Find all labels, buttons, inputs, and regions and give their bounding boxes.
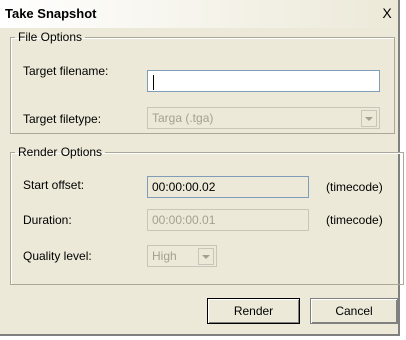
- chevron-down-icon[interactable]: [198, 248, 214, 265]
- target-filename-label: Target filename:: [23, 64, 109, 78]
- duration-field[interactable]: 00:00:00.01: [147, 209, 309, 231]
- target-filetype-select[interactable]: Targa (.tga): [147, 107, 380, 129]
- cancel-button[interactable]: Cancel: [310, 298, 398, 324]
- title-bar[interactable]: Take Snapshot X: [0, 0, 398, 28]
- duration-unit: (timecode): [326, 213, 383, 227]
- chevron-down-icon[interactable]: [361, 110, 377, 127]
- start-offset-value: 00:00:00.02: [152, 180, 216, 194]
- duration-label: Duration:: [23, 213, 72, 227]
- filetype-value: Targa (.tga): [152, 111, 214, 125]
- duration-value: 00:00:00.01: [152, 213, 216, 227]
- target-filetype-label: Target filetype:: [23, 112, 102, 126]
- start-offset-unit: (timecode): [326, 180, 383, 194]
- close-icon[interactable]: X: [380, 6, 394, 20]
- take-snapshot-dialog: Take Snapshot X File Options Target file…: [0, 0, 404, 336]
- render-options-legend: Render Options: [18, 145, 103, 159]
- file-options-legend: File Options: [18, 30, 83, 44]
- start-offset-label: Start offset:: [23, 178, 85, 192]
- quality-value: High: [152, 249, 177, 263]
- text-caret: [153, 75, 154, 90]
- target-filename-input[interactable]: [147, 70, 380, 92]
- quality-level-select[interactable]: High: [147, 245, 217, 267]
- window-title: Take Snapshot: [5, 6, 97, 21]
- start-offset-field[interactable]: 00:00:00.02: [147, 176, 309, 198]
- render-button[interactable]: Render: [207, 298, 300, 324]
- quality-level-label: Quality level:: [23, 249, 92, 263]
